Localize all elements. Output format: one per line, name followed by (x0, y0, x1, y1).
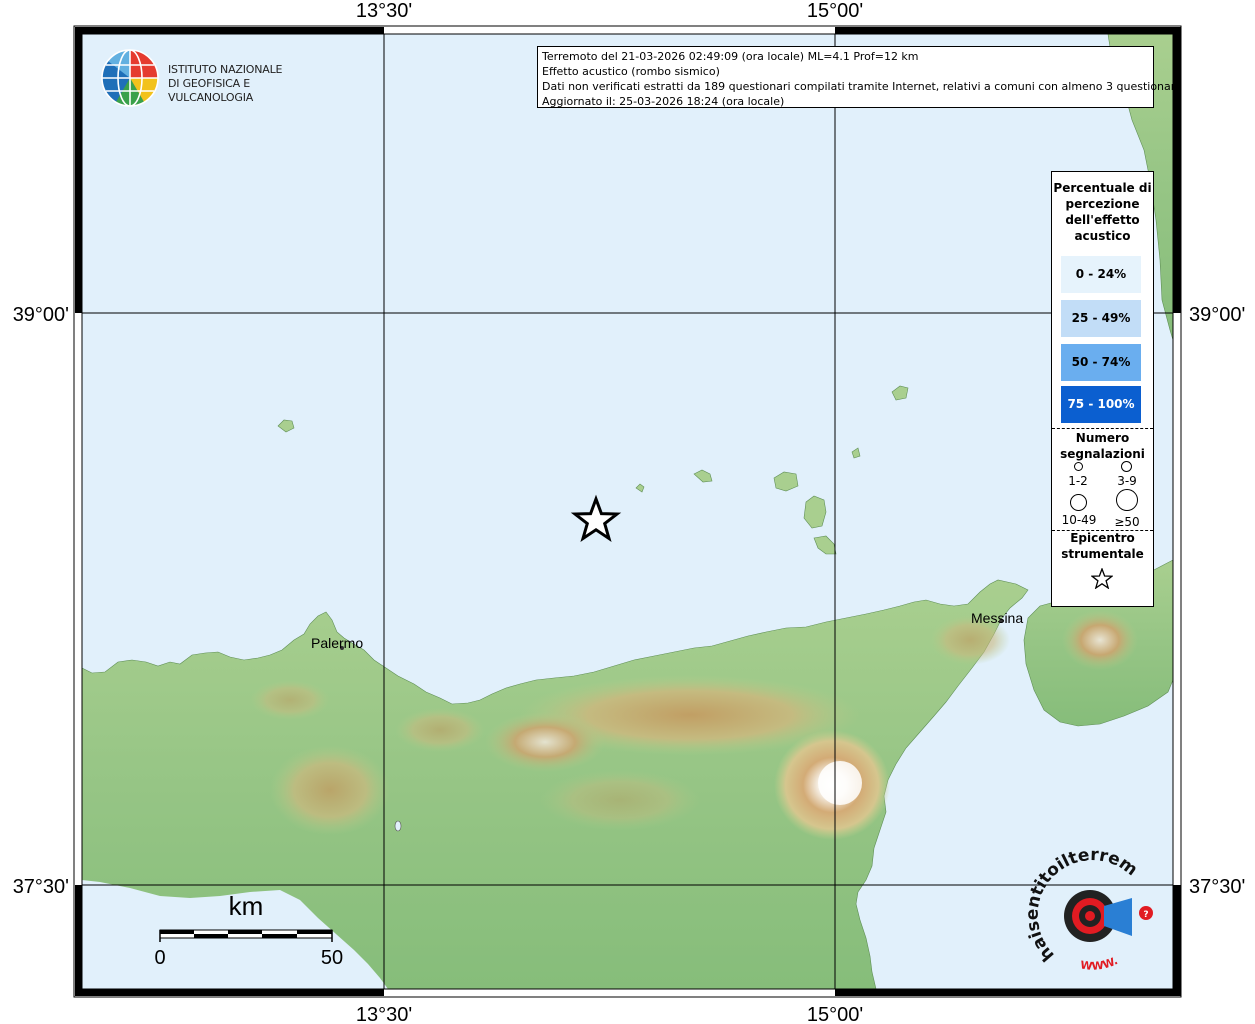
legend-star-icon (1091, 568, 1113, 589)
scale-min: 0 (154, 947, 165, 969)
ingv-logo: ISTITUTO NAZIONALE DI GEOFISICA E VULCAN… (100, 47, 320, 111)
event-info-line4: Aggiornato il: 25-03-2026 18:24 (ora loc… (542, 95, 785, 108)
ingv-name-line1: ISTITUTO NAZIONALE (168, 63, 283, 76)
count-circle-medium-icon (1121, 461, 1132, 472)
event-info-box: Terremoto del 21-03-2026 02:49:09 (ora l… (537, 46, 1182, 108)
hill-relief (540, 770, 700, 830)
messina-label: Messina (971, 610, 1023, 626)
left-lat-label-1: 39°00' (13, 304, 69, 326)
count-label-3: 10-49 (1061, 513, 1097, 527)
legend-class-1: 0 - 24% (1061, 256, 1141, 293)
legend-class-1-label: 0 - 24% (1075, 267, 1127, 281)
hill-relief (250, 680, 330, 720)
event-info-line1: Terremoto del 21-03-2026 02:49:09 (ora l… (542, 50, 919, 63)
legend-divider (1052, 428, 1153, 429)
right-lat-label-2: 37°30' (1189, 876, 1245, 898)
legend-class-4: 75 - 100% (1061, 386, 1141, 423)
hill-relief (395, 708, 485, 752)
top-lon-label-1: 13°30' (356, 0, 412, 22)
count-circle-large-icon (1070, 494, 1087, 511)
count-label-1: 1-2 (1068, 474, 1088, 488)
sicani-relief (270, 745, 390, 835)
svg-text:?: ? (1143, 910, 1148, 920)
bottom-lon-label-2: 15°00' (807, 1004, 863, 1024)
event-info-line3: Dati non verificati estratti da 189 ques… (542, 80, 1182, 93)
ingv-name-line2: DI GEOFISICA E VULCANOLOGIA (168, 77, 254, 104)
legend-epicenter-title: Epicentro strumentale (1061, 531, 1144, 561)
scale-unit: km (229, 891, 264, 921)
count-label-4: ≥50 (1114, 515, 1140, 529)
aspromonte-relief (1062, 610, 1138, 670)
right-lat-label-1: 39°00' (1189, 304, 1245, 326)
top-lon-label-2: 15°00' (807, 0, 863, 22)
legend-class-2: 25 - 49% (1061, 300, 1141, 337)
madonie-relief (485, 712, 605, 772)
legend-title: Percentuale di percezione dell'effetto a… (1053, 181, 1152, 243)
count-circle-xlarge-icon (1116, 489, 1138, 511)
legend-class-2-label: 25 - 49% (1071, 311, 1131, 325)
event-info-line2: Effetto acustico (rombo sismico) (542, 65, 720, 78)
count-label-2: 3-9 (1117, 474, 1137, 488)
palermo-label: Palermo (311, 635, 363, 651)
legend-count-title: Numero segnalazioni (1060, 431, 1145, 461)
lake (394, 820, 402, 832)
legend-class-4-label: 75 - 100% (1067, 397, 1135, 411)
legend-class-3: 50 - 74% (1061, 344, 1141, 381)
legend-class-3-label: 50 - 74% (1071, 355, 1131, 369)
legend: Percentuale di percezione dell'effetto a… (1051, 171, 1154, 607)
count-circle-small-icon (1074, 462, 1083, 471)
ingv-globe-icon (101, 49, 159, 107)
bottom-lon-label-1: 13°30' (356, 1004, 412, 1024)
ingv-name: ISTITUTO NAZIONALE DI GEOFISICA E VULCAN… (168, 63, 320, 105)
etna-summit (818, 761, 862, 805)
scale-max: 50 (321, 947, 343, 969)
left-lat-label-2: 37°30' (13, 876, 69, 898)
